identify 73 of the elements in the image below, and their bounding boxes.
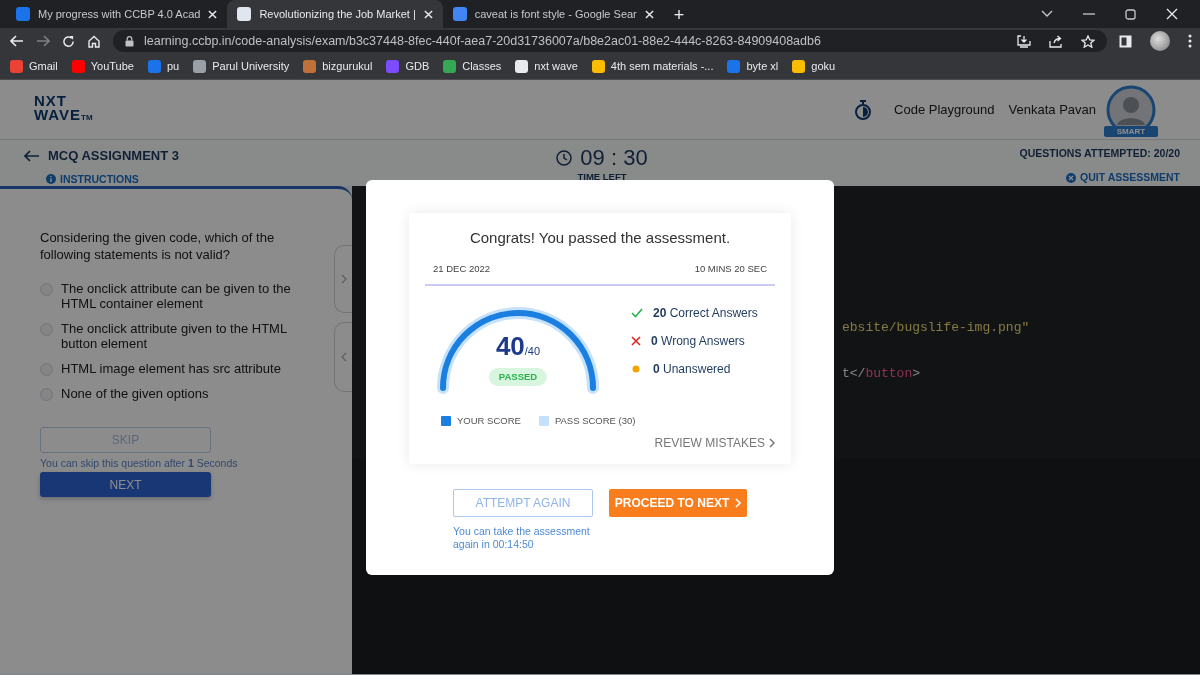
attempted-count: QUESTIONS ATTEMPTED: 20/20 — [1019, 146, 1180, 161]
chevron-down-icon[interactable] — [1041, 10, 1053, 18]
timer-label: TIME LEFT — [577, 170, 627, 184]
close-icon[interactable] — [644, 9, 654, 19]
close-circle-icon — [1066, 172, 1077, 183]
bookmark[interactable]: nxt wave — [515, 58, 578, 75]
option-label[interactable]: HTML image element has src attribute — [61, 361, 311, 376]
legend-label: YOUR SCORE — [457, 413, 521, 428]
more-menu-icon[interactable] — [1188, 34, 1192, 48]
cross-icon — [631, 335, 641, 346]
bookmark[interactable]: Gmail — [10, 58, 58, 75]
close-icon[interactable] — [208, 9, 218, 19]
status-badge: PASSED — [488, 367, 548, 386]
code-line: t</button> — [842, 365, 922, 383]
profile-avatar[interactable] — [1150, 31, 1170, 51]
clock-icon — [556, 150, 573, 166]
bookmark[interactable]: pu — [147, 58, 180, 75]
radio-button[interactable] — [40, 323, 53, 336]
bookmark[interactable]: Parul University — [193, 58, 290, 75]
exam-date: 21 DEC 2022 — [433, 261, 491, 276]
option-label[interactable]: The onclick attribute given to the HTML button element — [61, 321, 311, 351]
back-arrow-icon[interactable] — [24, 149, 40, 162]
browser-tab[interactable]: Revolutionizing the Job Market | — [227, 0, 443, 28]
code-line: ebsite/bugslife-img.png" — [842, 319, 1031, 337]
bookmark[interactable]: YouTube — [71, 58, 134, 75]
retake-note: You can take the assessment again in 00:14:50 — [453, 525, 591, 551]
bookmark[interactable]: 4th sem materials -... — [591, 58, 714, 75]
question-text: Considering the given code, which of the following statements is not valid? — [40, 229, 276, 263]
legend-label: PASS SCORE (30) — [554, 413, 636, 428]
bookmark[interactable]: goku — [792, 58, 836, 75]
home-icon[interactable] — [87, 34, 101, 48]
side-panel-icon[interactable] — [1119, 34, 1132, 48]
option-label[interactable]: The onclick attribute can be given to the HTML container element — [61, 281, 311, 311]
radio-button[interactable] — [40, 363, 53, 376]
address-bar[interactable]: learning.ccbp.in/code-analysis/exam/b3c37448-8fec-440f-aea7-20d31736007a/b8e2ac01-88e2-444c-8263-84909408adb6 — [113, 30, 1107, 52]
bookmark[interactable]: bizgurukul — [303, 58, 373, 75]
install-icon[interactable] — [1017, 34, 1031, 48]
result-title: Congrats! You passed the assessment. — [468, 228, 732, 248]
rank-badge: SMART — [1104, 125, 1158, 137]
chevron-right-icon — [735, 498, 742, 508]
skip-note: You can skip this question after 1 Seconds — [40, 456, 239, 471]
browser-tab[interactable]: My progress with CCBP 4.0 Acad — [6, 0, 228, 28]
radio-button[interactable] — [40, 283, 53, 296]
chevron-right-icon — [769, 438, 775, 448]
close-icon[interactable] — [1166, 8, 1178, 20]
bookmark[interactable]: GDB — [386, 58, 430, 75]
lock-icon — [125, 35, 134, 47]
stopwatch-icon[interactable] — [854, 99, 873, 120]
stat-text: 20 Correct Answers — [653, 304, 758, 322]
stat-text: 0 Wrong Answers — [651, 332, 745, 350]
time-taken: 10 MINS 20 SEC — [694, 261, 767, 276]
star-icon[interactable] — [1081, 34, 1095, 48]
check-icon — [631, 307, 643, 318]
review-mistakes-link[interactable]: REVIEW MISTAKES — [654, 434, 775, 452]
close-icon[interactable] — [423, 9, 433, 19]
score-value: 40/40 — [494, 331, 542, 363]
share-icon[interactable] — [1049, 34, 1063, 48]
logo: NXT WAVETM — [34, 94, 93, 125]
user-name: Venkata Pavan — [1008, 100, 1096, 119]
countdown-timer: 09 : 30 — [580, 146, 648, 170]
assignment-title: MCQ ASSIGNMENT 3 — [48, 147, 179, 165]
bookmark[interactable]: Classes — [443, 58, 502, 75]
code-playground-link[interactable]: Code Playground — [894, 99, 995, 120]
chevron-left-icon — [340, 352, 347, 362]
browser-tab[interactable]: caveat is font style - Google Sear — [442, 0, 664, 28]
restore-icon[interactable] — [1125, 8, 1136, 20]
reload-icon[interactable] — [62, 34, 75, 48]
stat-text: 0 Unanswered — [653, 360, 731, 378]
radio-button[interactable] — [40, 388, 53, 401]
chevron-right-icon — [340, 274, 347, 284]
new-tab-button[interactable]: + — [663, 6, 695, 24]
option-label[interactable]: None of the given options — [61, 386, 311, 401]
bookmark[interactable]: byte xl — [727, 58, 779, 75]
